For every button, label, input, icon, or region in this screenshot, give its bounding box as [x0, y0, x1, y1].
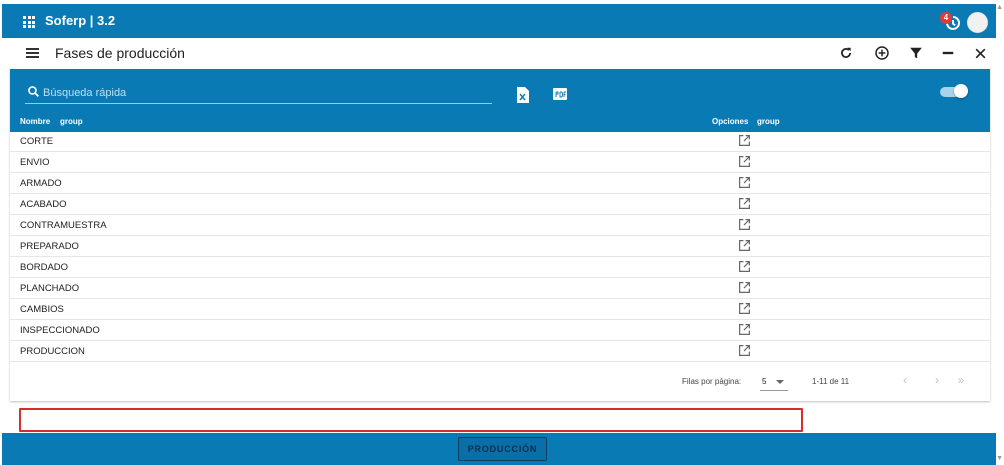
view-toggle[interactable]: [940, 84, 968, 98]
row-name: PREPARADO: [20, 241, 79, 252]
toggle-thumb: [954, 84, 968, 98]
footer-bar: PRODUCCIÓN: [2, 433, 996, 465]
open-in-new-icon[interactable]: [738, 134, 751, 147]
last-page-button[interactable]: »: [954, 373, 968, 387]
close-icon: [975, 48, 985, 58]
search-input[interactable]: [43, 84, 483, 102]
chevron-down-icon: [776, 380, 784, 384]
row-name: BORDADO: [20, 262, 69, 273]
pdf-export-button[interactable]: [553, 87, 567, 103]
open-in-new-icon[interactable]: [738, 323, 751, 336]
notifications-button[interactable]: 4: [940, 12, 964, 32]
excel-export-icon: [517, 87, 529, 103]
filter-button[interactable]: [906, 43, 926, 63]
minus-icon: [942, 51, 954, 55]
table-row[interactable]: ARMADO: [10, 173, 990, 194]
produccion-button[interactable]: PRODUCCIÓN: [458, 437, 547, 461]
open-in-new-icon[interactable]: [738, 218, 751, 231]
open-in-new-icon[interactable]: [738, 155, 751, 168]
menu-icon[interactable]: [26, 48, 39, 58]
prev-page-button[interactable]: ‹: [898, 373, 912, 387]
table-row[interactable]: PLANCHADO: [10, 278, 990, 299]
row-name: ENVIO: [20, 157, 50, 168]
table-row[interactable]: ACABADO: [10, 194, 990, 215]
rows-per-page-value: 5: [762, 377, 767, 386]
row-name: ACABADO: [20, 199, 67, 210]
row-name: CONTRAMUESTRA: [20, 220, 107, 231]
open-in-new-icon[interactable]: [738, 176, 751, 189]
pagination-range: 1-11 de 11: [812, 377, 850, 386]
row-name: CORTE: [20, 136, 54, 147]
add-button[interactable]: [872, 43, 892, 63]
table-row[interactable]: PREPARADO: [10, 236, 990, 257]
scroll-up-icon[interactable]: ▲: [996, 4, 1003, 11]
table-row[interactable]: ENVIO: [10, 152, 990, 173]
row-name: ARMADO: [20, 178, 62, 189]
row-name: PRODUCCION: [20, 346, 85, 357]
rows-per-page-label: Filas por página:: [682, 377, 742, 386]
column-group-name: group: [60, 117, 83, 126]
open-in-new-icon[interactable]: [738, 302, 751, 315]
add-circle-icon: [875, 46, 889, 60]
table-row[interactable]: CAMBIOS: [10, 299, 990, 320]
table-row[interactable]: CORTE: [10, 131, 990, 152]
table-row[interactable]: BORDADO: [10, 257, 990, 278]
rows-per-page-select[interactable]: 5: [760, 372, 788, 391]
app-bar: Soferp | 3.2 4: [2, 4, 996, 38]
column-header-options[interactable]: Opciones: [712, 117, 748, 126]
table-row[interactable]: INSPECCIONADO: [10, 320, 990, 341]
table-row[interactable]: PRODUCCION: [10, 341, 990, 362]
table-row[interactable]: CONTRAMUESTRA: [10, 215, 990, 236]
open-in-new-icon[interactable]: [738, 239, 751, 252]
notification-badge: 4: [940, 12, 952, 24]
avatar[interactable]: [967, 12, 988, 33]
row-name: CAMBIOS: [20, 304, 64, 315]
data-table: Nombre group Opciones group CORTE ENVIO AR…: [10, 69, 990, 432]
open-in-new-icon[interactable]: [738, 260, 751, 273]
open-in-new-icon[interactable]: [738, 197, 751, 210]
excel-export-button[interactable]: [516, 87, 530, 103]
close-button[interactable]: [970, 43, 990, 63]
app-title: Soferp | 3.2: [45, 13, 116, 28]
row-name: INSPECCIONADO: [20, 325, 100, 336]
apps-grid-icon[interactable]: [23, 16, 35, 28]
page-title: Fases de producción: [55, 45, 185, 61]
open-in-new-icon[interactable]: [738, 281, 751, 294]
column-header-name[interactable]: Nombre: [20, 117, 50, 126]
open-in-new-icon[interactable]: [738, 344, 751, 357]
scroll-down-icon[interactable]: ▼: [996, 455, 1003, 462]
pdf-export-icon: [553, 88, 567, 100]
column-group-options: group: [757, 117, 780, 126]
search-icon: [28, 86, 39, 97]
refresh-icon: [841, 47, 851, 58]
row-name: PLANCHADO: [20, 283, 80, 294]
table-toolbar: Nombre group Opciones group: [10, 69, 990, 132]
refresh-button[interactable]: [836, 43, 856, 63]
next-page-button[interactable]: ›: [930, 373, 944, 387]
minimize-button[interactable]: [938, 43, 958, 63]
search-box[interactable]: [25, 82, 492, 104]
page-header: Fases de producción: [10, 38, 990, 68]
filter-icon: [910, 47, 922, 59]
highlight-box: [19, 408, 803, 432]
